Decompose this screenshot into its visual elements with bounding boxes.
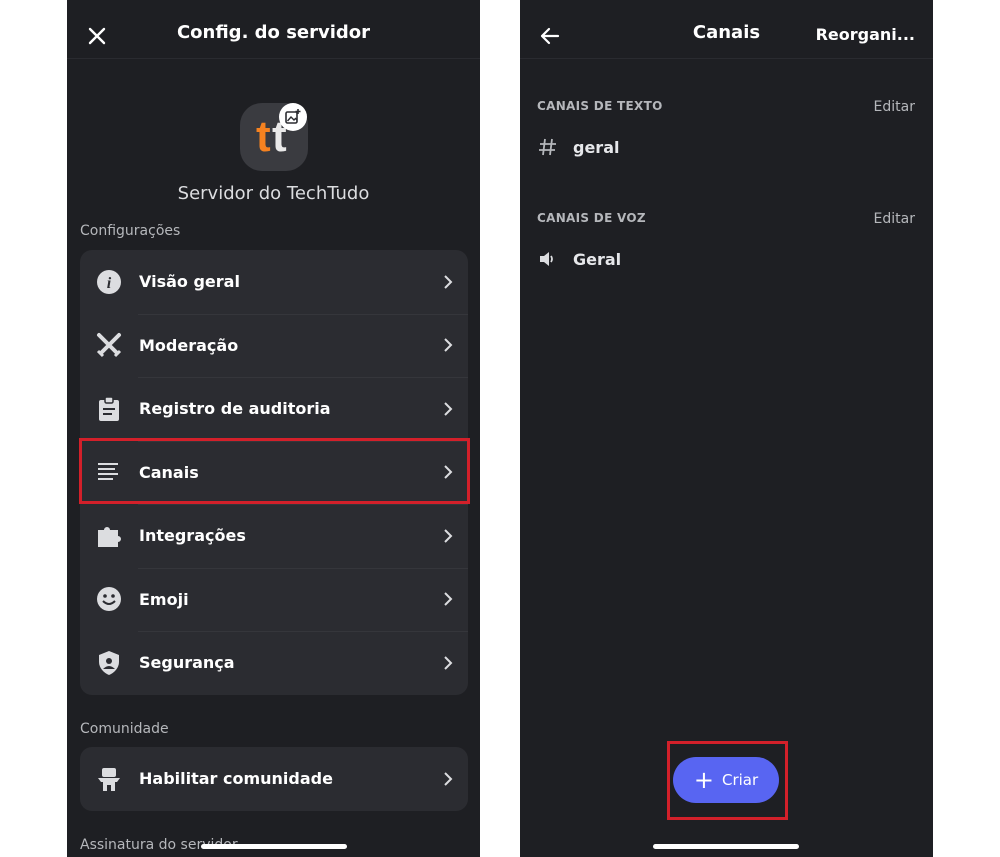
chevron-right-icon bbox=[444, 592, 453, 606]
speaker-icon bbox=[537, 248, 559, 270]
settings-item-audit-log[interactable]: Registro de auditoria bbox=[80, 377, 468, 441]
smiley-icon bbox=[96, 586, 122, 612]
server-name: Servidor do TechTudo bbox=[177, 183, 370, 204]
settings-item-label: Emoji bbox=[139, 589, 189, 609]
settings-item-label: Segurança bbox=[139, 653, 235, 673]
settings-item-label: Moderação bbox=[139, 335, 239, 355]
channels-screen: Canais Reorgani... CANAIS DE TEXTO Edita… bbox=[520, 0, 933, 857]
create-button-label: Criar bbox=[721, 771, 759, 789]
chevron-right-icon bbox=[444, 465, 453, 479]
category-header-text: CANAIS DE TEXTO bbox=[537, 99, 663, 113]
settings-item-integrations[interactable]: Integrações bbox=[80, 504, 468, 568]
chevron-right-icon bbox=[444, 338, 453, 352]
category-header-voice: CANAIS DE VOZ bbox=[537, 211, 646, 225]
info-icon: i bbox=[96, 269, 122, 295]
puzzle-icon bbox=[96, 523, 122, 549]
settings-item-label: Canais bbox=[139, 462, 199, 482]
page-title: Config. do servidor bbox=[176, 22, 371, 43]
server-logo-letter: t bbox=[256, 112, 271, 161]
settings-item-emoji[interactable]: Emoji bbox=[80, 567, 468, 632]
settings-card: i Visão geral Moderação Registro de audi… bbox=[80, 250, 468, 695]
chevron-right-icon bbox=[444, 529, 453, 543]
reorder-button[interactable]: Reorgani... bbox=[816, 25, 915, 44]
settings-item-enable-community[interactable]: Habilitar comunidade bbox=[80, 747, 468, 811]
community-icon bbox=[96, 766, 122, 792]
swords-icon bbox=[96, 332, 122, 358]
header: Config. do servidor bbox=[67, 0, 480, 59]
settings-item-label: Habilitar comunidade bbox=[139, 769, 333, 789]
server-settings-screen: Config. do servidor t t Servidor do Tech… bbox=[67, 0, 480, 857]
home-indicator bbox=[653, 844, 799, 849]
header: Canais Reorgani... bbox=[520, 0, 933, 59]
settings-item-overview[interactable]: i Visão geral bbox=[80, 250, 468, 314]
add-image-icon bbox=[285, 109, 301, 124]
edit-category-button[interactable]: Editar bbox=[874, 99, 915, 115]
channel-name: geral bbox=[573, 137, 620, 157]
create-channel-button[interactable]: + Criar bbox=[673, 757, 779, 803]
chevron-right-icon bbox=[444, 772, 453, 786]
channels-list-icon bbox=[96, 459, 122, 485]
edit-category-button[interactable]: Editar bbox=[874, 211, 915, 227]
settings-item-label: Visão geral bbox=[139, 272, 240, 292]
channel-item-voice-geral[interactable]: Geral bbox=[537, 243, 917, 275]
settings-item-channels[interactable]: Canais bbox=[80, 440, 468, 505]
hash-icon bbox=[537, 136, 559, 158]
shield-icon bbox=[96, 650, 122, 676]
home-indicator bbox=[201, 844, 347, 849]
community-card: Habilitar comunidade bbox=[80, 747, 468, 811]
add-image-button[interactable] bbox=[279, 103, 307, 131]
section-label: Configurações bbox=[80, 223, 181, 239]
clipboard-icon bbox=[96, 396, 122, 422]
chevron-right-icon bbox=[444, 275, 453, 289]
channel-name: Geral bbox=[573, 249, 622, 269]
channel-item-geral[interactable]: geral bbox=[537, 131, 917, 163]
settings-item-moderation[interactable]: Moderação bbox=[80, 313, 468, 378]
settings-item-label: Integrações bbox=[139, 526, 246, 546]
settings-item-label: Registro de auditoria bbox=[139, 399, 331, 419]
settings-item-security[interactable]: Segurança bbox=[80, 631, 468, 695]
chevron-right-icon bbox=[444, 656, 453, 670]
plus-icon: + bbox=[693, 766, 714, 794]
svg-text:i: i bbox=[107, 275, 112, 292]
chevron-right-icon bbox=[444, 402, 453, 416]
section-label: Comunidade bbox=[80, 721, 169, 737]
